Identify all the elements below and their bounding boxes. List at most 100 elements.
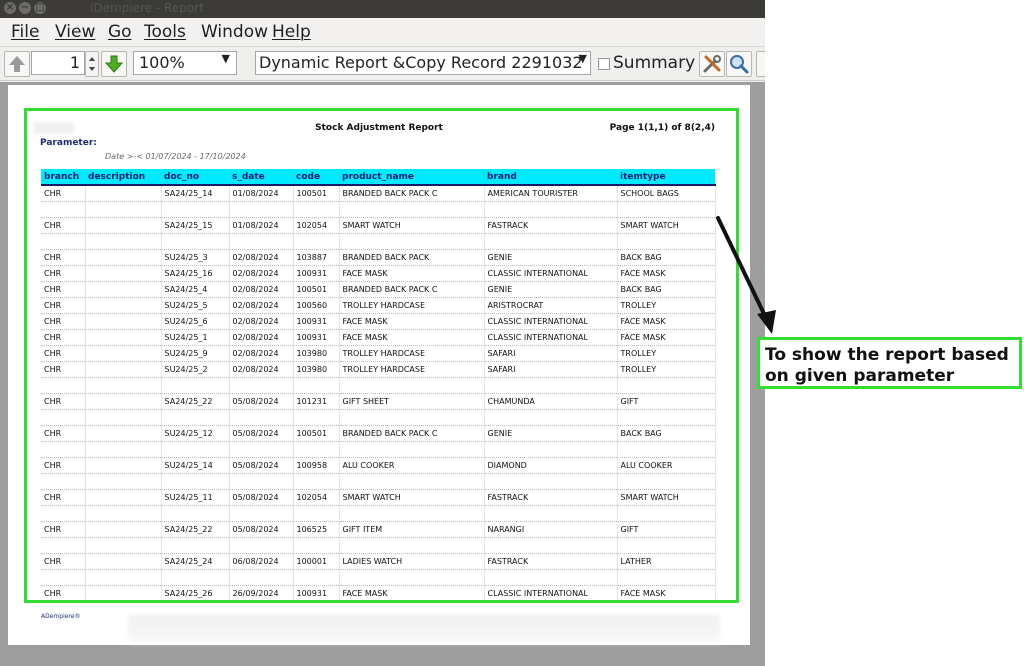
table-cell-itemtype: FACE MASK xyxy=(617,313,716,330)
find-button[interactable] xyxy=(726,51,752,77)
table-cell-code: 102054 xyxy=(293,217,340,234)
menu-help[interactable]: Help xyxy=(272,22,311,42)
table-cell-code: 100931 xyxy=(293,585,340,602)
table-cell-code xyxy=(293,505,340,522)
column-header[interactable]: brand xyxy=(484,169,617,186)
report-footer-info xyxy=(128,615,720,643)
find-icon xyxy=(730,55,749,74)
table-row: CHR SA24/25_14 01/08/2024 100501 BRANDED BAC… xyxy=(41,185,716,202)
table-row: CHR SA24/25_15 01/08/2024 102054 SMART WATCH… xyxy=(41,217,716,234)
table-cell-s_date: 26/09/2024 xyxy=(229,585,294,602)
table-cell-doc_no: SA24/25_22 xyxy=(161,393,230,410)
tools-icon xyxy=(703,55,721,73)
table-cell-doc_no: SU24/25_2 xyxy=(161,361,230,378)
table-cell-product_name: LADIES WATCH xyxy=(339,553,485,570)
table-cell-code: 100001 xyxy=(293,553,340,570)
menu-tools[interactable]: Tools xyxy=(144,22,186,42)
table-cell-brand xyxy=(484,537,618,554)
table-cell-description xyxy=(85,297,162,314)
table-cell-brand: DIAMOND xyxy=(484,457,618,474)
table-cell-brand xyxy=(484,569,618,586)
table-cell-brand: NARANGI xyxy=(484,521,618,538)
table-cell-product_name: FACE MASK xyxy=(339,313,485,330)
table-cell-s_date xyxy=(229,505,294,522)
table-row xyxy=(41,569,716,586)
close-window-icon[interactable]: × xyxy=(4,2,16,14)
menu-file[interactable]: File xyxy=(11,22,39,42)
column-header[interactable]: itemtype xyxy=(617,169,715,186)
table-cell-product_name: BRANDED BACK PACK C xyxy=(339,185,485,202)
column-header[interactable]: product_name xyxy=(339,169,484,186)
next-page-button[interactable] xyxy=(101,51,127,77)
table-row: CHR SA24/25_16 02/08/2024 100931 FACE MASK CL… xyxy=(41,265,716,282)
column-header[interactable]: branch xyxy=(41,169,85,186)
zoom-select[interactable]: 100% ▼ xyxy=(133,51,237,75)
table-cell-doc_no xyxy=(161,569,230,586)
table-row: CHR SA24/25_4 02/08/2024 100501 BRANDED BACK… xyxy=(41,281,716,298)
table-cell-code: 100501 xyxy=(293,185,340,202)
report-format-select[interactable]: Dynamic Report &Copy Record 2291032 ▼ xyxy=(255,51,591,75)
table-cell-s_date xyxy=(229,441,294,458)
table-cell-code: 103980 xyxy=(293,345,340,362)
table-cell-s_date: 02/08/2024 xyxy=(229,329,294,346)
table-cell-branch xyxy=(41,505,86,522)
table-row xyxy=(41,233,716,250)
table-cell-description xyxy=(85,473,162,490)
table-cell-code: 100931 xyxy=(293,313,340,330)
table-row: CHR SU24/25_12 05/08/2024 100501 BRANDED BAC… xyxy=(41,425,716,442)
table-cell-doc_no xyxy=(161,233,230,250)
maximize-window-icon[interactable]: □ xyxy=(34,2,46,14)
table-cell-doc_no: SA24/25_15 xyxy=(161,217,230,234)
table-row xyxy=(41,473,716,490)
table-cell-itemtype xyxy=(617,201,716,218)
table-cell-doc_no xyxy=(161,441,230,458)
table-cell-doc_no xyxy=(161,537,230,554)
table-cell-description xyxy=(85,249,162,266)
table-cell-itemtype xyxy=(617,505,716,522)
table-cell-s_date: 02/08/2024 xyxy=(229,249,294,266)
more-toolbar-button[interactable] xyxy=(756,51,765,77)
column-header[interactable]: description xyxy=(85,169,161,186)
table-cell-doc_no: SU24/25_3 xyxy=(161,249,230,266)
table-cell-branch: CHR xyxy=(41,313,86,330)
report-preview-area[interactable]: Stock Adjustment Report Page 1(1,1) of 8… xyxy=(0,82,765,666)
table-cell-doc_no: SA24/25_26 xyxy=(161,585,230,602)
page-number-field[interactable]: 1 xyxy=(31,51,85,75)
table-cell-description xyxy=(85,505,162,522)
summary-label: Summary xyxy=(613,53,696,73)
column-header[interactable]: s_date xyxy=(229,169,293,186)
table-cell-s_date: 05/08/2024 xyxy=(229,393,294,410)
table-cell-doc_no: SA24/25_4 xyxy=(161,281,230,298)
customize-report-button[interactable] xyxy=(699,51,725,77)
page-indicator: Page 1(1,1) of 8(2,4) xyxy=(609,123,715,133)
column-header[interactable]: code xyxy=(293,169,339,186)
page-spinner[interactable] xyxy=(85,51,99,77)
report-table: branch description doc_no s_date code pr… xyxy=(41,169,716,602)
table-cell-s_date xyxy=(229,201,294,218)
table-row xyxy=(41,537,716,554)
table-cell-product_name: TROLLEY HARDCASE xyxy=(339,297,485,314)
table-cell-itemtype: BACK BAG xyxy=(617,425,716,442)
menu-window[interactable]: Window xyxy=(201,22,268,42)
minimize-window-icon[interactable]: − xyxy=(19,2,31,14)
table-cell-code xyxy=(293,233,340,250)
table-cell-s_date xyxy=(229,233,294,250)
column-header[interactable]: doc_no xyxy=(161,169,229,186)
table-cell-itemtype: LATHER xyxy=(617,553,716,570)
summary-checkbox[interactable] xyxy=(598,58,610,70)
table-cell-branch: CHR xyxy=(41,521,86,538)
table-cell-branch: CHR xyxy=(41,585,86,602)
table-row xyxy=(41,377,716,394)
table-cell-code: 100501 xyxy=(293,281,340,298)
table-cell-description xyxy=(85,393,162,410)
table-cell-description xyxy=(85,361,162,378)
menu-go[interactable]: Go xyxy=(108,22,132,42)
table-cell-branch: CHR xyxy=(41,345,86,362)
table-cell-code: 103887 xyxy=(293,249,340,266)
menu-view[interactable]: View xyxy=(55,22,95,42)
chevron-down-icon: ▼ xyxy=(578,52,587,65)
table-cell-doc_no: SU24/25_6 xyxy=(161,313,230,330)
table-cell-description xyxy=(85,489,162,506)
table-cell-description xyxy=(85,329,162,346)
previous-page-button[interactable] xyxy=(4,51,30,77)
